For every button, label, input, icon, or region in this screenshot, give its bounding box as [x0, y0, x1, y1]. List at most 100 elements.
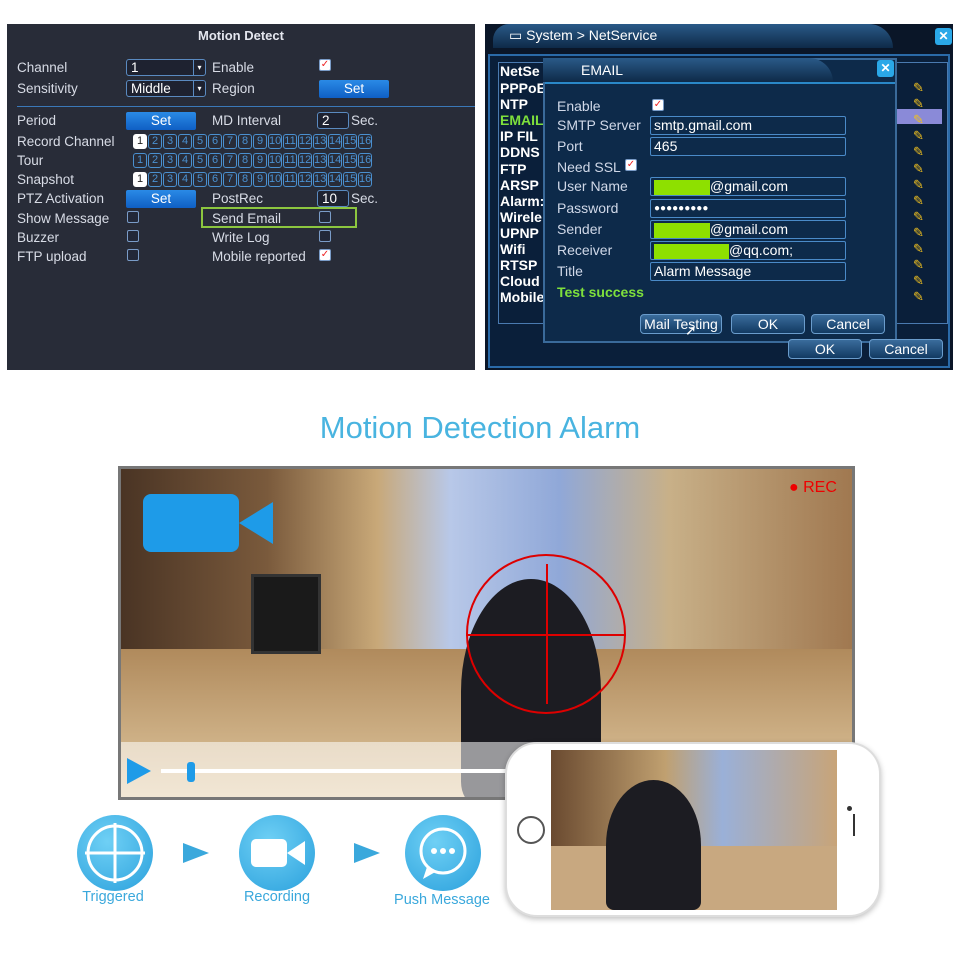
pencil-edit-icon[interactable]: ✎: [913, 112, 924, 128]
channel-toggle[interactable]: 10: [268, 172, 282, 187]
channel-toggle[interactable]: 6: [208, 134, 222, 149]
pencil-edit-icon[interactable]: ✎: [913, 161, 924, 177]
channel-toggle[interactable]: 14: [328, 153, 342, 168]
port-input[interactable]: 465: [650, 137, 846, 156]
channel-toggle[interactable]: 6: [208, 153, 222, 168]
pencil-edit-icon[interactable]: ✎: [913, 128, 924, 144]
channel-toggle[interactable]: 11: [283, 153, 297, 168]
channel-toggle[interactable]: 15: [343, 134, 357, 149]
channel-toggle[interactable]: 3: [163, 153, 177, 168]
channel-toggle[interactable]: 9: [253, 134, 267, 149]
ftp-upload-checkbox[interactable]: [127, 249, 139, 261]
pencil-edit-icon[interactable]: ✎: [913, 225, 924, 241]
service-item[interactable]: UPNP: [500, 225, 539, 241]
channel-toggle[interactable]: 14: [328, 134, 342, 149]
channel-toggle[interactable]: 15: [343, 172, 357, 187]
channel-toggle[interactable]: 4: [178, 134, 192, 149]
service-item[interactable]: FTP: [500, 161, 526, 177]
period-set-button[interactable]: Set: [126, 112, 196, 130]
sensitivity-select[interactable]: Middle ▾: [126, 80, 206, 97]
send-email-checkbox[interactable]: [319, 211, 331, 223]
channel-toggle[interactable]: 5: [193, 153, 207, 168]
channel-toggle[interactable]: 9: [253, 153, 267, 168]
channel-toggle[interactable]: 14: [328, 172, 342, 187]
channel-toggle[interactable]: 11: [283, 172, 297, 187]
pencil-edit-icon[interactable]: ✎: [913, 209, 924, 225]
channel-toggle[interactable]: 4: [178, 153, 192, 168]
channel-toggle[interactable]: 5: [193, 172, 207, 187]
play-icon[interactable]: [127, 758, 151, 784]
channel-select[interactable]: 1 ▾: [126, 59, 206, 76]
write-log-checkbox[interactable]: [319, 230, 331, 242]
mobile-reported-checkbox[interactable]: ✓: [319, 249, 331, 261]
service-item[interactable]: Cloud: [500, 273, 540, 289]
pencil-edit-icon[interactable]: ✎: [913, 241, 924, 257]
postrec-input[interactable]: 10: [317, 190, 349, 207]
channel-toggle[interactable]: 3: [163, 134, 177, 149]
channel-toggle[interactable]: 13: [313, 134, 327, 149]
email-cancel-button[interactable]: Cancel: [811, 314, 885, 334]
service-item[interactable]: ARSP: [500, 177, 539, 193]
sender-input[interactable]: @gmail.com: [650, 220, 846, 239]
email-ok-button[interactable]: OK: [731, 314, 805, 334]
smtp-input[interactable]: smtp.gmail.com: [650, 116, 846, 135]
close-icon[interactable]: ✕: [877, 60, 894, 77]
pencil-edit-icon[interactable]: ✎: [913, 144, 924, 160]
md-interval-input[interactable]: 2: [317, 112, 349, 129]
ssl-checkbox[interactable]: ✓: [625, 159, 637, 171]
channel-toggle[interactable]: 9: [253, 172, 267, 187]
ok-button[interactable]: OK: [788, 339, 862, 359]
channel-toggle[interactable]: 8: [238, 134, 252, 149]
channel-toggle[interactable]: 12: [298, 134, 312, 149]
region-set-button[interactable]: Set: [319, 80, 389, 98]
channel-toggle[interactable]: 7: [223, 134, 237, 149]
channel-toggle[interactable]: 16: [358, 134, 372, 149]
channel-toggle[interactable]: 7: [223, 172, 237, 187]
channel-toggle[interactable]: 1: [133, 153, 147, 168]
pencil-edit-icon[interactable]: ✎: [913, 193, 924, 209]
channel-toggle[interactable]: 8: [238, 172, 252, 187]
record-channel-selector[interactable]: 1 2 3 4 5 6 7 8 9 10 11 12 13 14 15 16: [133, 134, 372, 149]
progress-handle[interactable]: [187, 762, 195, 782]
channel-toggle[interactable]: 4: [178, 172, 192, 187]
channel-toggle[interactable]: 10: [268, 153, 282, 168]
service-item[interactable]: RTSP: [500, 257, 537, 273]
pencil-edit-icon[interactable]: ✎: [913, 257, 924, 273]
show-message-checkbox[interactable]: [127, 211, 139, 223]
tour-channel-selector[interactable]: 1 2 3 4 5 6 7 8 9 10 11 12 13 14 15 16: [133, 153, 372, 168]
service-item[interactable]: Alarm:: [500, 193, 544, 209]
enable-checkbox[interactable]: ✓: [319, 59, 331, 71]
email-enable-checkbox[interactable]: ✓: [652, 99, 664, 111]
channel-toggle[interactable]: 1: [133, 134, 147, 149]
pencil-edit-icon[interactable]: ✎: [913, 96, 924, 112]
receiver-input[interactable]: @qq.com;: [650, 241, 846, 260]
pencil-edit-icon[interactable]: ✎: [913, 177, 924, 193]
close-icon[interactable]: ✕: [935, 28, 952, 45]
service-item[interactable]: EMAIL: [500, 112, 544, 128]
buzzer-checkbox[interactable]: [127, 230, 139, 242]
title-input[interactable]: Alarm Message: [650, 262, 846, 281]
channel-toggle[interactable]: 16: [358, 172, 372, 187]
channel-toggle[interactable]: 11: [283, 134, 297, 149]
channel-toggle[interactable]: 6: [208, 172, 222, 187]
snapshot-channel-selector[interactable]: 1 2 3 4 5 6 7 8 9 10 11 12 13 14 15 16: [133, 172, 372, 187]
service-item[interactable]: DDNS: [500, 144, 540, 160]
channel-toggle[interactable]: 7: [223, 153, 237, 168]
channel-toggle[interactable]: 12: [298, 172, 312, 187]
channel-toggle[interactable]: 2: [148, 172, 162, 187]
channel-toggle[interactable]: 5: [193, 134, 207, 149]
password-input[interactable]: ●●●●●●●●●: [650, 199, 846, 218]
mail-testing-button[interactable]: Mail Testing: [640, 314, 722, 334]
pencil-edit-icon[interactable]: ✎: [913, 273, 924, 289]
service-item[interactable]: NTP: [500, 96, 528, 112]
channel-toggle[interactable]: 3: [163, 172, 177, 187]
channel-toggle[interactable]: 12: [298, 153, 312, 168]
service-item[interactable]: PPPoE: [500, 80, 546, 96]
service-item[interactable]: Wifi: [500, 241, 526, 257]
cancel-button[interactable]: Cancel: [869, 339, 943, 359]
channel-toggle[interactable]: 1: [133, 172, 147, 187]
service-item[interactable]: Mobile: [500, 289, 544, 305]
ptz-set-button[interactable]: Set: [126, 190, 196, 208]
channel-toggle[interactable]: 2: [148, 153, 162, 168]
channel-toggle[interactable]: 2: [148, 134, 162, 149]
